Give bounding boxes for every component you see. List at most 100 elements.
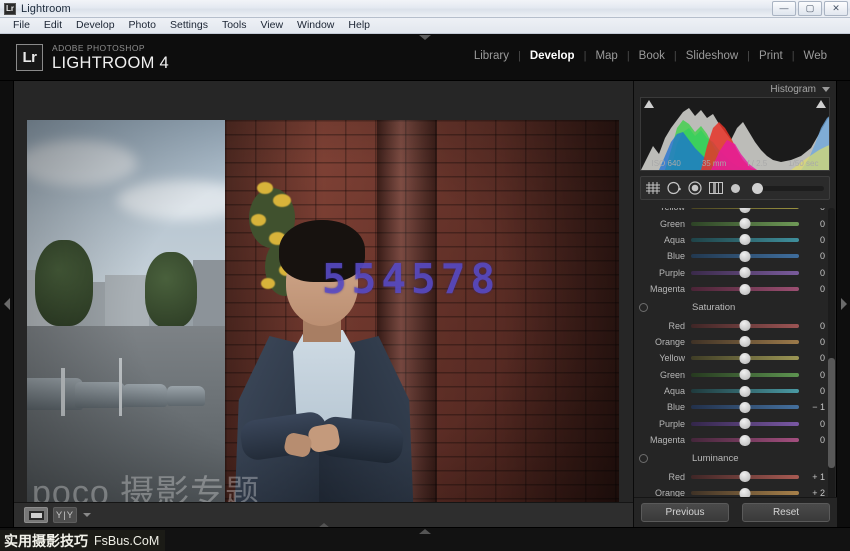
slider-track[interactable] — [691, 324, 799, 328]
slider-track[interactable] — [691, 373, 799, 377]
watermark-fsbus-en: FsBus.CoM — [94, 534, 159, 548]
slider-knob[interactable] — [740, 369, 751, 380]
minimize-button[interactable]: — — [772, 1, 796, 16]
top-panel-collapse-arrow-icon[interactable] — [419, 35, 431, 40]
slider-track[interactable] — [691, 208, 799, 209]
menu-help[interactable]: Help — [341, 18, 377, 33]
slider-track[interactable] — [691, 438, 799, 442]
slider-row-sat-magenta[interactable]: Magenta 0 — [634, 432, 829, 448]
menu-view[interactable]: View — [253, 18, 290, 33]
saturation-group-header[interactable]: Saturation — [634, 297, 829, 317]
slider-knob[interactable] — [740, 418, 751, 429]
slider-knob[interactable] — [740, 267, 751, 278]
slider-track[interactable] — [691, 475, 799, 479]
slider-knob[interactable] — [740, 353, 751, 364]
tool-size-slider[interactable] — [752, 186, 824, 191]
slider-row-sat-purple[interactable]: Purple 0 — [634, 416, 829, 432]
maximize-button[interactable]: ▢ — [798, 1, 822, 16]
module-book[interactable]: Book — [630, 50, 674, 62]
compare-view-button[interactable]: Y|Y — [53, 507, 77, 523]
slider-row-hue-green[interactable]: Green 0 — [634, 215, 829, 231]
loupe-view-icon[interactable] — [24, 507, 48, 523]
slider-row-hue-blue[interactable]: Blue 0 — [634, 248, 829, 264]
crop-overlay-icon[interactable] — [646, 182, 660, 194]
target-adjust-icon[interactable] — [639, 454, 648, 463]
slider-track[interactable] — [691, 491, 799, 495]
slider-knob[interactable] — [740, 320, 751, 331]
menu-file[interactable]: File — [6, 18, 37, 33]
close-button[interactable]: ✕ — [824, 1, 848, 16]
slider-knob[interactable] — [740, 471, 751, 482]
adjustment-brush-icon[interactable] — [730, 183, 741, 194]
target-adjust-icon[interactable] — [639, 303, 648, 312]
slider-label: Red — [639, 321, 691, 331]
filmstrip-expand-arrow-icon[interactable] — [419, 529, 431, 534]
slider-track[interactable] — [691, 422, 799, 426]
slider-track[interactable] — [691, 271, 799, 275]
slider-knob[interactable] — [740, 284, 751, 295]
slider-track[interactable] — [691, 389, 799, 393]
slider-track[interactable] — [691, 405, 799, 409]
slider-label: Magenta — [639, 435, 691, 445]
slider-row-sat-yellow[interactable]: Yellow 0 — [634, 350, 829, 366]
slider-row-hue-purple[interactable]: Purple 0 — [634, 265, 829, 281]
menu-photo[interactable]: Photo — [122, 18, 163, 33]
graduated-filter-icon[interactable] — [709, 182, 723, 194]
menu-develop[interactable]: Develop — [69, 18, 122, 33]
slider-knob[interactable] — [740, 386, 751, 397]
module-library[interactable]: Library — [465, 50, 518, 62]
slider-knob[interactable] — [740, 208, 751, 213]
watermark-digits: 554578 — [322, 255, 500, 303]
histogram-shutter: 1/50 sec — [788, 159, 818, 168]
slider-track[interactable] — [691, 254, 799, 258]
menu-window[interactable]: Window — [290, 18, 341, 33]
luminance-group-header[interactable]: Luminance — [634, 448, 829, 468]
red-eye-icon[interactable] — [688, 181, 702, 195]
module-web[interactable]: Web — [795, 50, 836, 62]
slider-knob[interactable] — [740, 251, 751, 262]
module-slideshow[interactable]: Slideshow — [677, 50, 747, 62]
previous-button[interactable]: Previous — [641, 503, 729, 522]
slider-track[interactable] — [691, 356, 799, 360]
slider-row-hue-aqua[interactable]: Aqua 0 — [634, 232, 829, 248]
slider-label: Orange — [639, 337, 691, 347]
menu-settings[interactable]: Settings — [163, 18, 215, 33]
slider-knob[interactable] — [740, 435, 751, 446]
tool-size-knob[interactable] — [752, 183, 763, 194]
spot-removal-icon[interactable] — [667, 181, 681, 195]
slider-track[interactable] — [691, 238, 799, 242]
slider-row-hue-yellow[interactable]: Yellow 0 — [634, 208, 829, 215]
slider-value: 0 — [799, 251, 825, 261]
module-develop[interactable]: Develop — [521, 50, 584, 62]
slider-row-lum-red[interactable]: Red + 1 — [634, 468, 829, 484]
menu-tools[interactable]: Tools — [215, 18, 254, 33]
module-print[interactable]: Print — [750, 50, 792, 62]
slider-row-sat-orange[interactable]: Orange 0 — [634, 334, 829, 350]
slider-value: 0 — [799, 219, 825, 229]
chevron-down-icon[interactable] — [822, 87, 830, 92]
histogram-graph[interactable]: ISO 640 35 mm f / 2.5 1/50 sec — [640, 97, 830, 171]
reset-button[interactable]: Reset — [742, 503, 830, 522]
slider-track[interactable] — [691, 287, 799, 291]
slider-row-sat-green[interactable]: Green 0 — [634, 367, 829, 383]
slider-row-hue-magenta[interactable]: Magenta 0 — [634, 281, 829, 297]
slider-knob[interactable] — [740, 234, 751, 245]
slider-row-sat-aqua[interactable]: Aqua 0 — [634, 383, 829, 399]
chevron-down-icon[interactable] — [83, 513, 91, 517]
scrollbar-thumb[interactable] — [828, 358, 835, 468]
slider-knob[interactable] — [740, 218, 751, 229]
menu-edit[interactable]: Edit — [37, 18, 69, 33]
module-map[interactable]: Map — [586, 50, 626, 62]
slider-row-sat-red[interactable]: Red 0 — [634, 317, 829, 333]
slider-track[interactable] — [691, 340, 799, 344]
identity-plate[interactable]: Lr ADOBE PHOTOSHOP LIGHTROOM 4 — [16, 43, 169, 71]
slider-row-sat-blue[interactable]: Blue − 1 — [634, 399, 829, 415]
left-panel-collapse-strip[interactable] — [0, 81, 14, 527]
slider-knob[interactable] — [740, 402, 751, 413]
slider-knob[interactable] — [740, 336, 751, 347]
right-panel-scrollbar[interactable] — [828, 208, 835, 504]
right-panel-collapse-strip[interactable] — [836, 81, 850, 527]
photo-frame[interactable]: 554578 poco 摄影专题 http://photo.poco.cn/ — [27, 120, 619, 549]
slider-track[interactable] — [691, 222, 799, 226]
histogram-panel-header[interactable]: Histogram — [634, 81, 836, 97]
